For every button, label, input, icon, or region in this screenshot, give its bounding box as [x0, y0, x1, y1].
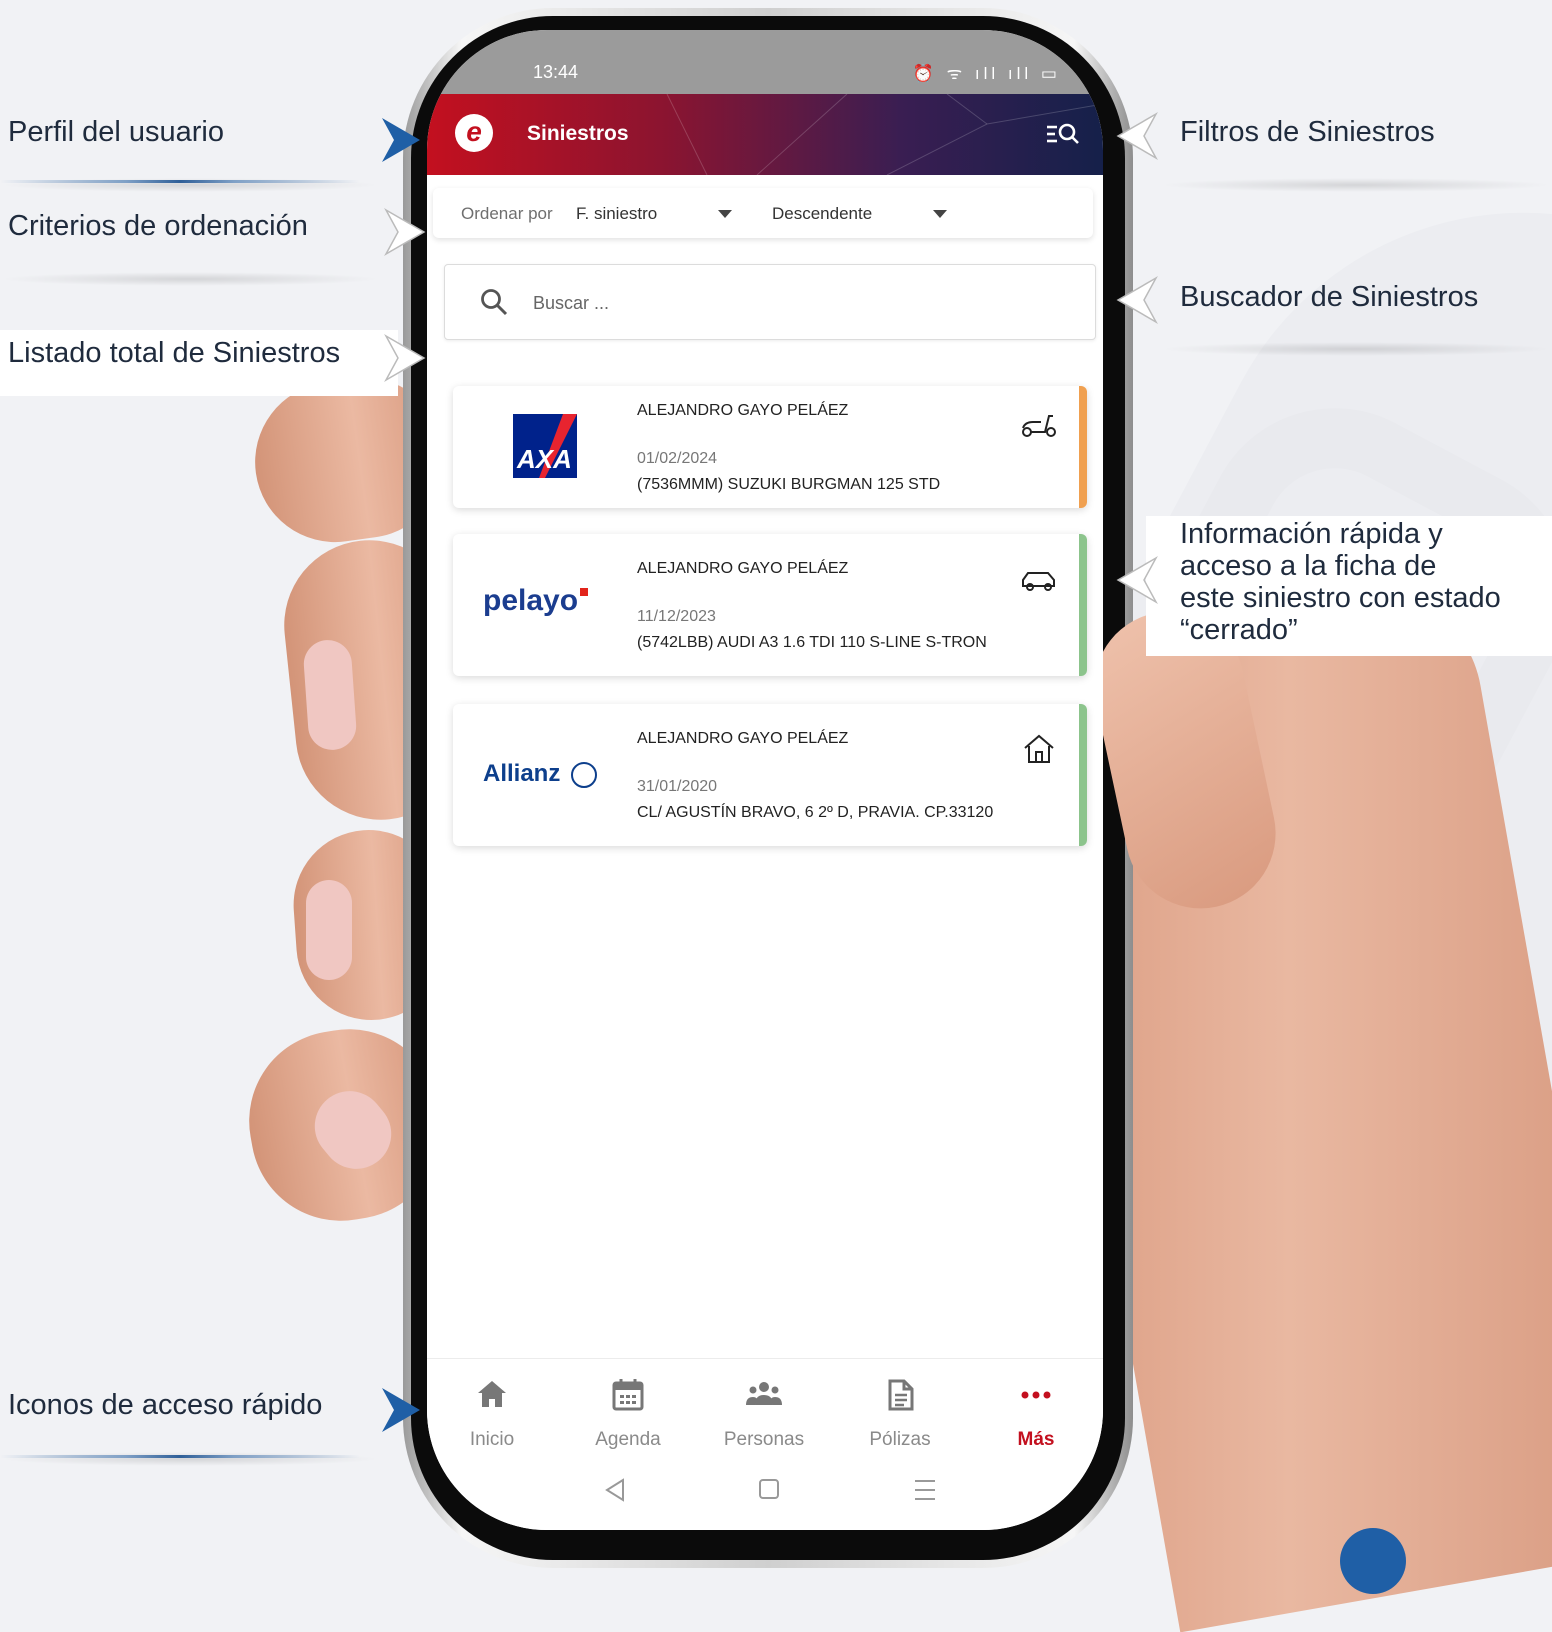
user-profile-logo[interactable]: e [455, 114, 493, 152]
menu-icon[interactable] [905, 1472, 945, 1508]
home-button-icon[interactable] [749, 1472, 789, 1508]
claim-date: 31/01/2020 [637, 778, 718, 795]
annotation-underline [0, 180, 360, 183]
search-icon [481, 289, 508, 316]
fingernail [302, 638, 358, 752]
annotation-line: Información rápida y [1180, 518, 1443, 550]
annotation-listado: Listado total de Siniestros [8, 337, 341, 369]
filter-search-icon[interactable] [1045, 118, 1081, 150]
phone-screen: 13:44 ⏰ ᯤ ıll ıll ▭ e Siniestros Ordenar… [427, 30, 1103, 1530]
annotation-filtros: Filtros de Siniestros [1180, 116, 1435, 148]
search-box [444, 264, 1096, 340]
sort-order-select[interactable]: Descendente [772, 204, 872, 224]
arrow-left-outline-icon [1116, 276, 1158, 324]
nav-label: Más [1017, 1429, 1055, 1450]
arrow-left-outline-icon [1116, 556, 1158, 604]
sort-field-select[interactable]: F. siniestro [576, 204, 657, 224]
axa-logo: AXA [513, 414, 577, 478]
system-navigation [427, 1458, 1103, 1530]
status-stripe [1079, 386, 1087, 508]
status-stripe [1079, 534, 1087, 676]
people-icon [746, 1382, 782, 1405]
chevron-down-icon[interactable] [933, 210, 947, 218]
claim-card[interactable]: AXA ALEJANDRO GAYO PELÁEZ 01/02/2024 (75… [453, 386, 1087, 508]
claim-holder-name: ALEJANDRO GAYO PELÁEZ [637, 730, 849, 747]
annotation-shadow [1160, 178, 1552, 192]
nav-item-polizas[interactable]: Pólizas [835, 1359, 965, 1459]
fingernail [306, 880, 352, 980]
arrow-right-icon [382, 118, 420, 162]
annotation-informacion: Información rápida y acceso a la ficha d… [1180, 518, 1501, 646]
claim-description: CL/ AGUSTÍN BRAVO, 6 2º D, PRAVIA. CP.33… [637, 804, 994, 821]
scooter-icon [1022, 415, 1056, 437]
annotation-line: “cerrado” [1180, 614, 1298, 646]
annotation-perfil: Perfil del usuario [8, 116, 224, 148]
home-icon [1024, 734, 1054, 763]
page-title: Siniestros [527, 122, 629, 145]
back-icon[interactable] [595, 1472, 635, 1508]
sort-bar: Ordenar por F. siniestro Descendente [433, 188, 1093, 238]
arrow-right-outline-icon [384, 208, 426, 256]
claim-description: (5742LBB) AUDI A3 1.6 TDI 110 S-LINE S-T… [637, 634, 987, 651]
annotation-shadow [1160, 342, 1552, 356]
claim-holder-name: ALEJANDRO GAYO PELÁEZ [637, 560, 849, 577]
status-stripe [1079, 704, 1087, 846]
annotation-line: este siniestro con estado [1180, 582, 1501, 614]
status-bar: 13:44 ⏰ ᯤ ıll ıll ▭ [427, 30, 1103, 94]
nav-item-personas[interactable]: Personas [699, 1359, 829, 1459]
annotation-line: acceso a la ficha de [1180, 550, 1437, 582]
search-input[interactable] [531, 287, 1055, 319]
nav-item-agenda[interactable]: Agenda [563, 1359, 693, 1459]
bottom-navigation: Inicio Agenda Personas Pólizas Más [427, 1358, 1103, 1459]
claim-description: (7536MMM) SUZUKI BURGMAN 125 STD [637, 476, 941, 493]
calendar-icon [612, 1379, 644, 1411]
more-icon [1021, 1391, 1051, 1399]
annotation-underline [0, 1455, 360, 1458]
home-icon [478, 1381, 506, 1407]
annotation-criterios: Criterios de ordenación [8, 210, 308, 242]
nav-label: Pólizas [869, 1429, 931, 1450]
arrow-right-outline-icon [384, 334, 426, 382]
status-icons: ⏰ ᯤ ıll ıll ▭ [912, 64, 1061, 83]
claim-card[interactable]: Allianz ALEJANDRO GAYO PELÁEZ 31/01/2020… [453, 704, 1087, 846]
brand-badge [1340, 1528, 1406, 1594]
app-bar: e Siniestros [427, 94, 1103, 175]
allianz-logo: Allianz [483, 760, 603, 824]
claim-holder-name: ALEJANDRO GAYO PELÁEZ [637, 402, 849, 419]
sort-label: Ordenar por [461, 204, 553, 223]
annotation-iconos: Iconos de acceso rápido [8, 1389, 323, 1421]
arrow-left-outline-icon [1116, 112, 1158, 160]
nav-label: Personas [723, 1429, 805, 1450]
pelayo-logo-text: pelayo [483, 584, 579, 617]
claim-date: 11/12/2023 [637, 608, 716, 625]
claim-date: 01/02/2024 [637, 450, 718, 467]
svg-text:AXA: AXA [516, 444, 572, 474]
nav-item-mas[interactable]: Más [971, 1359, 1101, 1459]
nav-item-inicio[interactable]: Inicio [427, 1359, 557, 1459]
pelayo-logo: pelayo [483, 584, 603, 648]
car-icon [1022, 572, 1055, 591]
nav-label: Inicio [469, 1429, 515, 1450]
annotation-shadow [0, 272, 380, 286]
allianz-logo-text: Allianz [483, 760, 561, 787]
chevron-down-icon[interactable] [718, 210, 732, 218]
arrow-right-icon [382, 1388, 420, 1432]
claim-card[interactable]: pelayo ALEJANDRO GAYO PELÁEZ 11/12/2023 … [453, 534, 1087, 676]
document-icon [888, 1379, 914, 1411]
nav-label: Agenda [595, 1429, 661, 1450]
annotation-buscador: Buscador de Siniestros [1180, 281, 1479, 313]
status-time: 13:44 [533, 62, 579, 82]
